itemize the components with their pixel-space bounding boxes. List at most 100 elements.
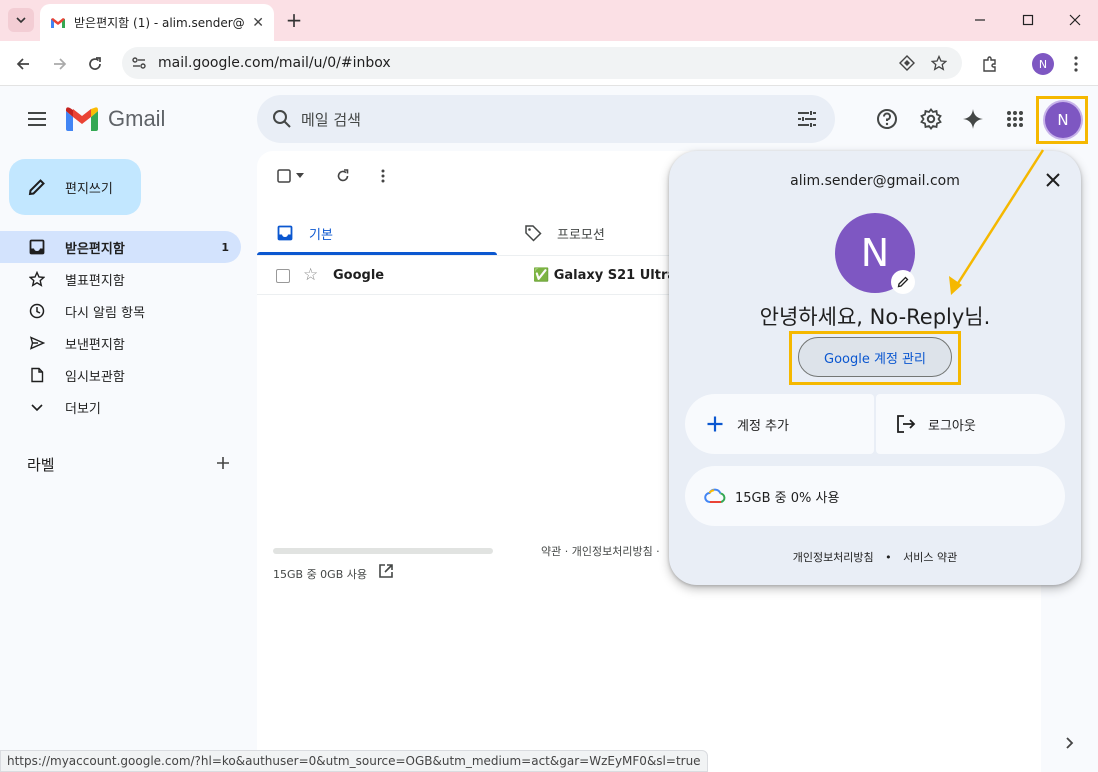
add-label-button[interactable] [212,452,234,474]
browser-tab[interactable]: 받은편지함 (1) - alim.sender@ ✕ [40,4,274,41]
main-menu-button[interactable] [22,104,52,134]
close-popup-button[interactable] [1041,168,1065,192]
minimize-button[interactable] [965,6,995,34]
inbox-tab-icon [275,223,295,243]
side-panel-toggle[interactable] [1058,732,1080,754]
search-options-icon[interactable] [795,107,819,131]
browser-menu-icon[interactable] [1063,51,1089,77]
row-star-icon[interactable]: ☆ [303,265,318,285]
labels-heading: 라벨 [27,456,55,474]
account-email: alim.sender@gmail.com [790,173,960,189]
row-checkbox[interactable] [276,269,290,283]
clock-icon [27,301,47,321]
plus-icon [217,457,229,469]
sidebar-item-label: 보낸편지함 [65,337,125,353]
gmail-wordmark: Gmail [108,106,166,131]
support-icon[interactable] [872,104,902,134]
tab-label: 기본 [309,227,333,243]
forward-button[interactable] [46,50,74,78]
gemini-sparkle-icon[interactable] [958,104,988,134]
sidebar-nav: 받은편지함 1 별표편지함 다시 알림 항목 보낸편지함 임시보관함 더보기 [0,231,256,423]
chevron-down-icon [16,17,26,24]
sidebar-item-label: 임시보관함 [65,369,125,385]
address-bar[interactable]: mail.google.com/mail/u/0/#inbox [122,47,962,79]
account-actions: 계정 추가 로그아웃 [685,394,1065,454]
site-info-icon[interactable] [130,54,148,72]
compose-label: 편지쓰기 [65,181,113,197]
select-all-checkbox[interactable] [273,165,295,187]
tab-search-button[interactable] [8,8,34,32]
maximize-button[interactable] [1013,6,1043,34]
status-bar-url: https://myaccount.google.com/?hl=ko&auth… [0,750,708,772]
arrow-left-icon [16,58,29,70]
back-button[interactable] [9,50,37,78]
gmail-logo[interactable]: Gmail [66,106,165,132]
add-account-button[interactable]: 계정 추가 [685,394,874,454]
footer-links[interactable]: 약관 · 개인정보처리방침 · [541,543,660,559]
add-account-label: 계정 추가 [737,418,789,434]
chevron-right-icon [1066,737,1074,749]
tab-close-icon[interactable]: ✕ [252,15,264,31]
extensions-puzzle-icon[interactable] [977,51,1003,77]
storage-button[interactable]: 15GB 중 0% 사용 [685,466,1065,526]
search-icon[interactable] [271,108,293,130]
logout-button[interactable]: 로그아웃 [876,394,1065,454]
logout-label: 로그아웃 [928,418,976,434]
install-app-icon[interactable] [897,53,917,73]
new-tab-button[interactable]: + [282,8,306,32]
tab-promotions[interactable]: 프로모션 [523,211,605,255]
sidebar-item-inbox[interactable]: 받은편지함 1 [0,231,241,263]
close-icon [1046,173,1060,187]
sidebar-item-label: 더보기 [65,401,101,417]
pencil-icon [897,276,909,288]
row-subject: ✅ Galaxy S21 Ultra [533,268,677,283]
storage-usage-bar [273,548,493,554]
close-window-button[interactable] [1060,6,1090,34]
sidebar-item-drafts[interactable]: 임시보관함 [0,359,241,391]
maximize-icon [1022,14,1034,26]
tab-primary[interactable]: 기본 [275,211,333,255]
url-text: mail.google.com/mail/u/0/#inbox [158,55,391,71]
sidebar-item-snoozed[interactable]: 다시 알림 항목 [0,295,241,327]
send-icon [27,333,47,353]
search-bar[interactable]: 메일 검색 [257,95,835,143]
external-link-icon[interactable] [377,562,395,580]
chevron-down-icon [27,397,47,417]
draft-icon [27,365,47,385]
terms-link[interactable]: 서비스 약관 [903,551,957,564]
edit-photo-button[interactable] [891,270,915,294]
sidebar-item-label: 다시 알림 항목 [65,305,146,321]
browser-profile-avatar[interactable]: N [1032,53,1054,75]
tab-title: 받은편지함 (1) - alim.sender@ [74,16,245,30]
privacy-link[interactable]: 개인정보처리방침 [793,551,874,564]
manage-account-button[interactable]: Google 계정 관리 [798,337,952,377]
unread-count: 1 [221,240,229,254]
bookmark-star-icon[interactable] [929,53,949,73]
sidebar-item-more[interactable]: 더보기 [0,391,241,423]
google-apps-grid-icon[interactable] [1000,104,1030,134]
sidebar-item-label: 별표편지함 [65,273,125,289]
sidebar-item-starred[interactable]: 별표편지함 [0,263,241,295]
tag-icon [523,223,543,243]
select-dropdown-icon[interactable] [293,165,307,187]
cloud-icon [703,484,727,508]
search-input[interactable]: 메일 검색 [301,109,361,130]
browser-toolbar: mail.google.com/mail/u/0/#inbox N [0,41,1098,86]
inbox-icon [27,237,47,257]
more-options-icon[interactable] [372,165,394,187]
browser-titlebar: 받은편지함 (1) - alim.sender@ ✕ + [0,0,1098,41]
sidebar-item-sent[interactable]: 보낸편지함 [0,327,241,359]
greeting-text: 안녕하세요, No-Reply님. [759,305,991,329]
account-avatar-button[interactable]: N [1045,102,1081,138]
plus-icon [703,412,727,436]
popup-footer: 개인정보처리방침 • 서비스 약관 [669,549,1081,565]
footer-separator: • [885,551,892,564]
tab-label: 프로모션 [557,227,605,243]
minimize-icon [975,19,985,21]
reload-button[interactable] [81,50,109,78]
storage-usage-text: 15GB 중 0GB 사용 [273,568,367,581]
compose-button[interactable]: 편지쓰기 [9,159,141,215]
gmail-m-icon [66,107,98,131]
settings-gear-icon[interactable] [916,104,946,134]
refresh-icon[interactable] [332,165,354,187]
